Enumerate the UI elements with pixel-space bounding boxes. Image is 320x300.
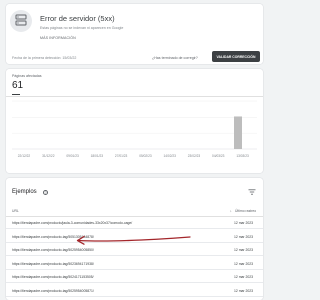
table-row[interactable]: https://tiendapadre.com/producto-tag/502… xyxy=(6,258,263,270)
help-icon[interactable]: ? xyxy=(43,190,48,195)
metric-underline xyxy=(12,94,20,95)
table-row[interactable]: https://tiendapadre.com/producto/jaula-3… xyxy=(6,217,263,229)
more-info-link[interactable]: MÁS INFORMACIÓN xyxy=(40,36,76,40)
fixed-question-text: ¿Has terminado de corregir? xyxy=(152,56,198,60)
error-summary-card: Error de servidor (5xx) Estas páginas no… xyxy=(6,4,263,64)
x-tick-label: 22/12/22 xyxy=(18,154,31,158)
x-tick-label: 14/02/23 xyxy=(163,154,176,158)
x-tick-label: 27/01/23 xyxy=(115,154,128,158)
affected-pages-value: 61 xyxy=(12,80,24,91)
row-last-crawl: 12 mar 2023 xyxy=(234,248,254,252)
x-tick-label: 09/01/23 xyxy=(66,154,79,158)
row-last-crawl: 12 mar 2023 xyxy=(234,288,254,293)
row-url[interactable]: https://tiendapadre.com/producto-tag/505… xyxy=(12,235,94,239)
chart-bar xyxy=(234,116,242,149)
row-url[interactable]: https://tiendapadre.com/producto-tag/502… xyxy=(12,262,94,266)
row-last-crawl: 12 mar 2023 xyxy=(234,275,254,279)
error-title: Error de servidor (5xx) xyxy=(40,14,115,23)
table-row[interactable]: https://tiendapadre.com/producto-tag/502… xyxy=(6,271,263,283)
row-last-crawl: 12 mar 2023 xyxy=(234,221,254,225)
server-error-icon xyxy=(10,10,32,32)
affected-pages-chart: 22/12/22 31/12/22 09/01/23 18/01/23 27/01/23… xyxy=(12,100,257,158)
table-row[interactable]: https://tiendapadre.com/producto-tag/505… xyxy=(6,231,263,243)
examples-title: Ejemplos xyxy=(12,189,37,195)
table-row[interactable]: https://tiendapadre.com/producto-tag/502… xyxy=(6,244,263,256)
affected-pages-chart-card: Páginas afectadas 61 22/12/22 31/12/22 09/… xyxy=(6,69,263,173)
row-url[interactable]: https://tiendapadre.com/producto-tag/502… xyxy=(12,275,94,279)
row-url[interactable]: https://tiendapadre.com/producto/jaula-3… xyxy=(12,221,132,225)
column-header-last-crawl[interactable]: Último rastreo xyxy=(235,209,256,213)
error-description: Estas páginas no se indexan ni aparecen … xyxy=(40,26,124,30)
x-tick-label: 31/12/22 xyxy=(42,154,55,158)
row-url[interactable]: https://tiendapadre.com/producto-tag/502… xyxy=(12,289,94,293)
x-tick-label: 13/03/23 xyxy=(236,154,249,158)
x-tick-label: 18/01/23 xyxy=(91,154,104,158)
x-tick-label: 04/03/23 xyxy=(212,154,225,158)
x-tick-label: 05/02/23 xyxy=(139,154,152,158)
column-header-url: URL xyxy=(12,209,19,213)
filter-icon[interactable] xyxy=(248,189,256,195)
row-last-crawl: 12 mar 2023 xyxy=(234,234,254,239)
sort-down-icon[interactable]: ↓ xyxy=(230,209,232,213)
first-detected-text: Fecha de la primera detección: 15/03/22 xyxy=(12,56,77,60)
row-last-crawl: 12 mar 2023 xyxy=(234,261,254,266)
examples-card: Ejemplos ? URL ↓ Último rastreo https://… xyxy=(6,178,263,300)
x-tick-label: 23/02/23 xyxy=(188,154,201,158)
table-row[interactable]: https://tiendapadre.com/producto-tag/502… xyxy=(6,285,263,297)
validate-fix-button[interactable]: VALIDAR CORRECCIÓN xyxy=(212,51,260,62)
row-url[interactable]: https://tiendapadre.com/producto-tag/502… xyxy=(12,248,94,252)
affected-pages-label: Páginas afectadas xyxy=(12,74,42,78)
